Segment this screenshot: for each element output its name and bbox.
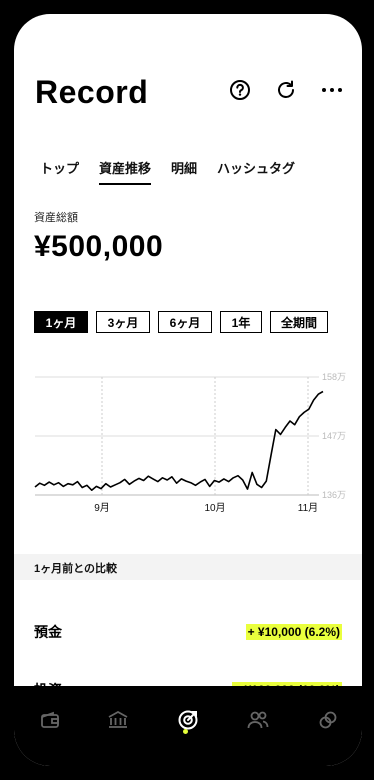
record-icon[interactable] [170, 706, 206, 734]
tab-label: トップ [40, 161, 80, 176]
asset-line-chart[interactable]: 158万 147万 136万 9月 10月 11月 [34, 357, 352, 517]
row-name: 預金 [34, 624, 62, 640]
bottom-nav [14, 686, 362, 766]
tab-label: 資産推移 [99, 161, 152, 176]
tab-top[interactable]: トップ [40, 158, 79, 185]
chart-grid [35, 376, 319, 496]
people-icon[interactable] [240, 706, 276, 734]
range-1y-button[interactable]: 1年 [220, 311, 262, 333]
x-axis-labels: 9月 10月 11月 [94, 502, 318, 514]
comparison-row-deposit: 預金 + ¥10,000 (6.2%) [34, 622, 342, 642]
x-tick-label: 9月 [94, 502, 110, 514]
header-actions [228, 78, 344, 102]
active-nav-indicator [183, 729, 188, 734]
tab-asset-trend[interactable]: 資産推移 [99, 158, 152, 185]
range-6m-button[interactable]: 6ヶ月 [158, 311, 212, 333]
help-icon[interactable] [228, 78, 252, 102]
link-icon[interactable] [310, 706, 346, 734]
row-change-value: + ¥10,000 (6.2%) [245, 624, 342, 640]
screen: Record トップ 資産推移 明細 ハッシュタグ 資産総額 ¥500,000 … [14, 14, 362, 766]
total-assets-value: ¥500,000 [34, 230, 164, 263]
phone-frame: Record トップ 資産推移 明細 ハッシュタグ 資産総額 ¥500,000 … [0, 0, 374, 780]
range-3m-button[interactable]: 3ヶ月 [96, 311, 150, 333]
tab-label: 明細 [171, 161, 198, 176]
more-icon[interactable] [320, 78, 344, 102]
tab-hashtag[interactable]: ハッシュタグ [217, 158, 295, 185]
tab-label: ハッシュタグ [217, 161, 296, 176]
range-1m-button[interactable]: 1ヶ月 [34, 311, 88, 333]
tab-details[interactable]: 明細 [171, 158, 197, 185]
y-axis-labels: 158万 147万 136万 [322, 372, 346, 500]
tab-bar: トップ 資産推移 明細 ハッシュタグ [40, 158, 295, 185]
range-all-button[interactable]: 全期間 [270, 311, 328, 333]
refresh-icon[interactable] [274, 78, 298, 102]
y-tick-label: 147万 [322, 431, 346, 441]
range-selector: 1ヶ月 3ヶ月 6ヶ月 1年 全期間 [34, 311, 328, 333]
bank-icon[interactable] [100, 706, 136, 734]
page-title: Record [35, 74, 149, 110]
total-assets-label: 資産総額 [34, 212, 78, 224]
comparison-header: 1ヶ月前との比較 [14, 554, 362, 580]
x-tick-label: 10月 [204, 502, 225, 514]
x-tick-label: 11月 [298, 502, 318, 514]
y-tick-label: 136万 [322, 490, 346, 500]
chart-series [34, 390, 324, 491]
y-tick-label: 158万 [322, 372, 346, 382]
comparison-title: 1ヶ月前との比較 [34, 563, 118, 575]
wallet-icon[interactable] [32, 706, 68, 734]
series-line [34, 390, 324, 491]
